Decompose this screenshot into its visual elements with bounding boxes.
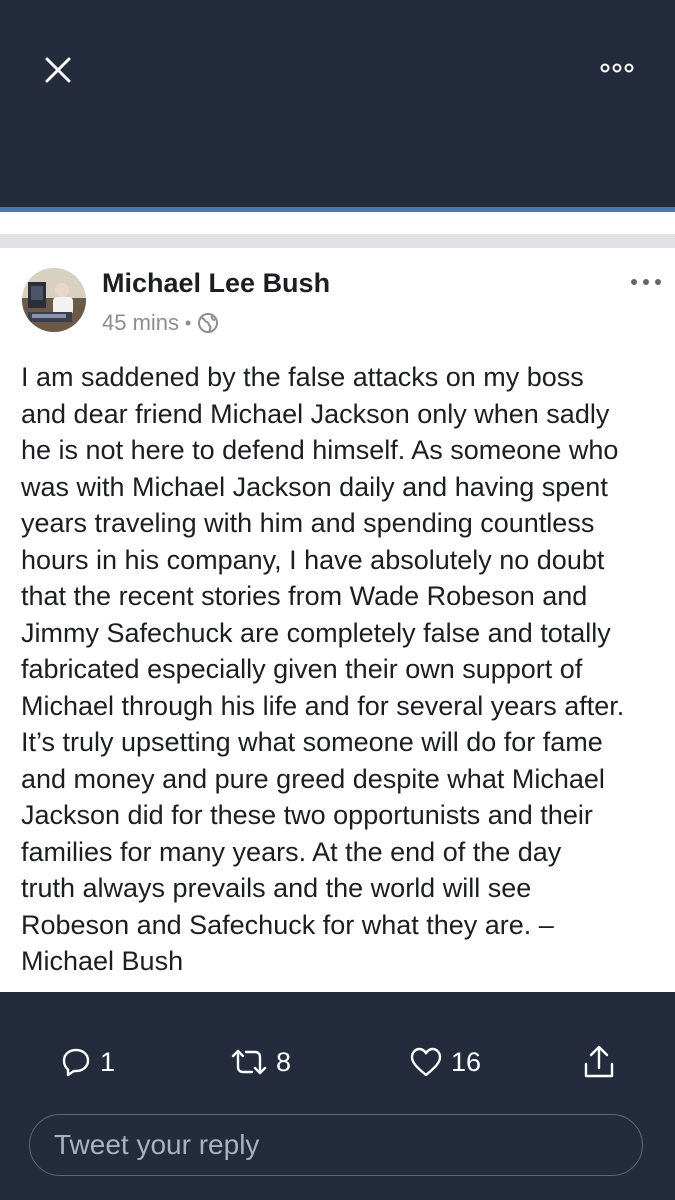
post-meta: 45 mins • <box>102 310 219 336</box>
more-horizontal-icon <box>600 63 634 73</box>
meta-separator: • <box>185 312 192 333</box>
retweet-icon <box>231 1049 267 1075</box>
post-timestamp[interactable]: 45 mins <box>102 310 179 336</box>
like-count: 16 <box>451 1046 482 1077</box>
reply-box[interactable] <box>29 1114 643 1176</box>
more-options-button[interactable] <box>594 50 640 86</box>
reply-button[interactable]: 1 <box>60 1040 115 1084</box>
author-name[interactable]: Michael Lee Bush <box>102 268 330 299</box>
post-text: I am saddened by the false attacks on my… <box>21 362 625 976</box>
close-icon <box>45 57 71 83</box>
close-button[interactable] <box>36 48 80 92</box>
share-icon <box>584 1045 614 1078</box>
heart-icon <box>410 1047 442 1077</box>
card-top-gap <box>0 212 675 234</box>
avatar-image <box>22 268 86 332</box>
post-card: Michael Lee Bush 45 mins • I am saddened… <box>0 248 675 992</box>
avatar[interactable] <box>22 268 86 332</box>
section-divider <box>0 234 675 248</box>
share-button[interactable] <box>582 1040 616 1084</box>
top-bar <box>0 0 675 208</box>
retweet-button[interactable]: 8 <box>230 1040 291 1084</box>
reply-count: 1 <box>100 1046 116 1077</box>
reply-input[interactable] <box>52 1128 616 1162</box>
more-horizontal-icon <box>631 279 661 285</box>
tweet-actions-bar: 1 8 16 <box>0 1040 675 1088</box>
like-button[interactable]: 16 <box>409 1040 481 1084</box>
globe-icon <box>198 313 219 333</box>
retweet-count: 8 <box>276 1046 292 1077</box>
post-options-button[interactable] <box>626 272 666 292</box>
reply-icon <box>62 1048 90 1077</box>
